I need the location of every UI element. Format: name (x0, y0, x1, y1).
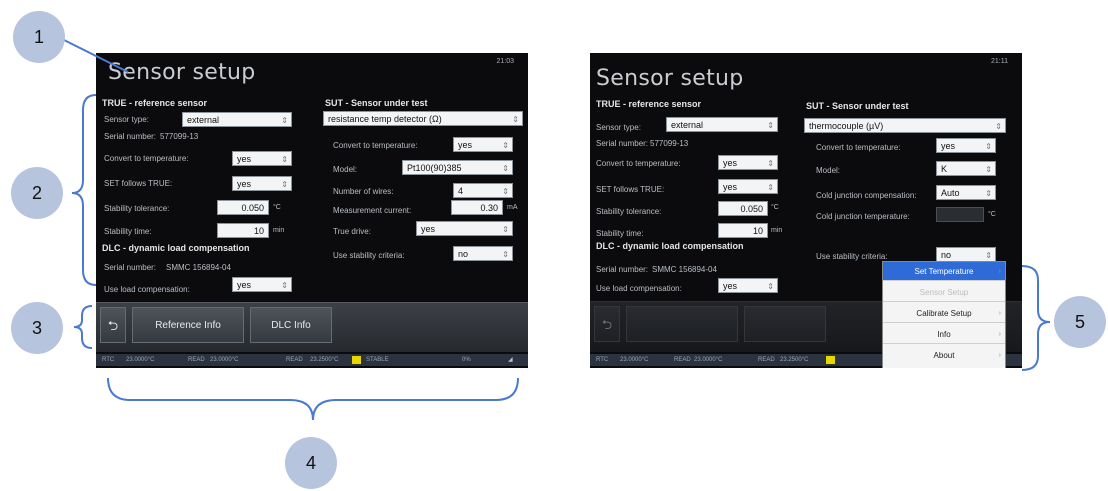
brace-4 (107, 377, 519, 421)
callout-2: 2 (11, 167, 63, 219)
annotation-overlay (59, 37, 1051, 421)
brace-5 (1021, 265, 1051, 371)
callout-1-leader (59, 37, 129, 73)
brace-2 (71, 94, 97, 286)
brace-3 (73, 305, 93, 349)
callout-5: 5 (1054, 296, 1106, 348)
callout-4: 4 (285, 437, 337, 489)
callout-3: 3 (11, 302, 63, 354)
callout-1: 1 (13, 11, 65, 63)
